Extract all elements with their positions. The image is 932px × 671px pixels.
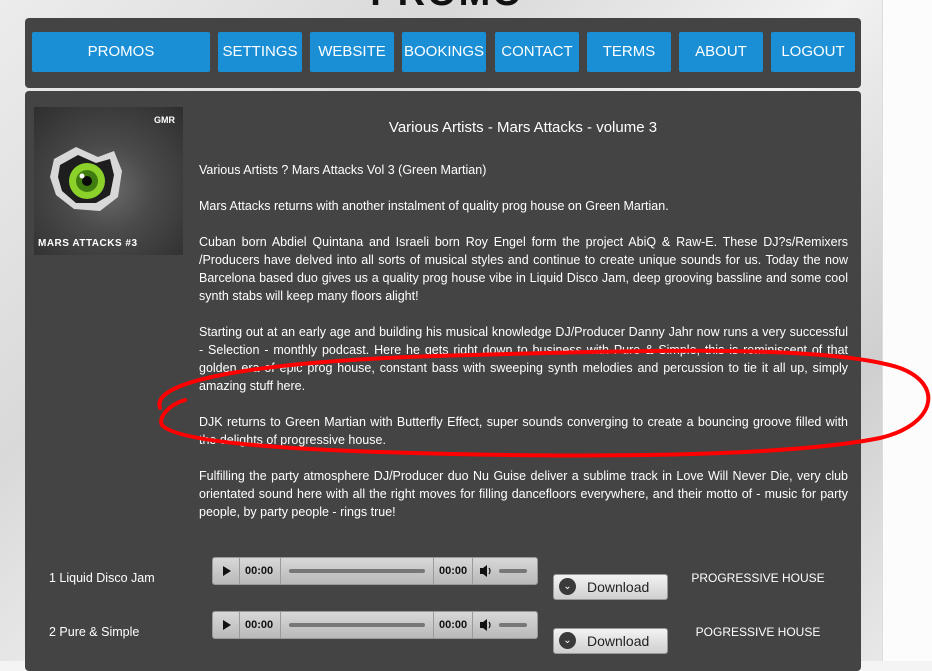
download-label: Download: [587, 579, 650, 595]
track-genre: POGRESSIVE HOUSE: [695, 625, 821, 639]
seek-bar[interactable]: [281, 558, 434, 584]
description-paragraph: Cuban born Abdiel Quintana and Israeli b…: [199, 235, 848, 303]
track-row: 2 Pure & Simple 00:00 00:00 ⌄ Download P…: [25, 611, 861, 654]
seek-track: [289, 569, 425, 573]
nav-bookings-button[interactable]: BOOKINGS: [402, 32, 486, 72]
nav-settings-button[interactable]: SETTINGS: [218, 32, 302, 72]
nav-logout-button[interactable]: LOGOUT: [771, 32, 855, 72]
album-cover: GMR MARS ATTACKS #3: [34, 107, 183, 255]
album-description: Various Artists ? Mars Attacks Vol 3 (Gr…: [199, 161, 848, 539]
play-icon: [223, 566, 231, 576]
track-row: 1 Liquid Disco Jam 00:00 00:00 ⌄ Downloa…: [25, 557, 861, 600]
current-time: 00:00: [240, 612, 281, 638]
page-right-margin: [882, 0, 932, 661]
main-navigation: PROMOS SETTINGS WEBSITE BOOKINGS CONTACT…: [25, 18, 861, 88]
mute-button[interactable]: [473, 558, 497, 584]
site-logo[interactable]: PROMO POOL: [312, 0, 582, 8]
description-paragraph: DJK returns to Green Martian with Butter…: [199, 415, 848, 447]
description-paragraph: Various Artists ? Mars Attacks Vol 3 (Gr…: [199, 163, 487, 177]
eye-artwork-icon: [50, 147, 122, 211]
nav-contact-button[interactable]: CONTACT: [495, 32, 579, 72]
volume-slider[interactable]: [499, 623, 527, 627]
audio-player: 00:00 00:00: [212, 611, 538, 639]
volume-slider[interactable]: [499, 569, 527, 573]
track-genre: PROGRESSIVE HOUSE: [691, 571, 825, 585]
volume-icon: [480, 619, 491, 631]
play-icon: [223, 620, 231, 630]
download-label: Download: [587, 633, 650, 649]
total-time: 00:00: [434, 612, 473, 638]
download-button[interactable]: ⌄ Download: [553, 628, 668, 654]
label-logo: GMR: [154, 115, 175, 125]
cover-title: MARS ATTACKS #3: [38, 238, 138, 249]
current-time: 00:00: [240, 558, 281, 584]
total-time-label: 00:00: [439, 619, 468, 631]
nav-promos-button[interactable]: PROMOS: [32, 32, 210, 72]
nav-terms-button[interactable]: TERMS: [587, 32, 671, 72]
download-icon: ⌄: [559, 632, 576, 649]
description-paragraph: Fulfilling the party atmosphere DJ/Produ…: [199, 469, 848, 519]
seek-bar[interactable]: [281, 612, 434, 638]
current-time-label: 00:00: [245, 565, 274, 577]
album-title: Various Artists - Mars Attacks - volume …: [388, 119, 658, 136]
play-button[interactable]: [213, 612, 240, 638]
total-time: 00:00: [434, 558, 473, 584]
nav-website-button[interactable]: WEBSITE: [310, 32, 394, 72]
nav-about-button[interactable]: ABOUT: [679, 32, 763, 72]
current-time-label: 00:00: [245, 619, 274, 631]
audio-player: 00:00 00:00: [212, 557, 538, 585]
description-paragraph: Mars Attacks returns with another instal…: [199, 199, 669, 213]
description-paragraph: Starting out at an early age and buildin…: [199, 325, 848, 393]
track-name: 2 Pure & Simple: [49, 625, 140, 639]
download-button[interactable]: ⌄ Download: [553, 574, 668, 600]
download-icon: ⌄: [559, 578, 576, 595]
total-time-label: 00:00: [439, 565, 468, 577]
play-button[interactable]: [213, 558, 240, 584]
seek-track: [289, 623, 425, 627]
track-name: 1 Liquid Disco Jam: [49, 571, 155, 585]
release-panel: GMR MARS ATTACKS #3 Various Artists - Ma…: [25, 91, 861, 671]
mute-button[interactable]: [473, 612, 497, 638]
volume-icon: [480, 565, 491, 577]
